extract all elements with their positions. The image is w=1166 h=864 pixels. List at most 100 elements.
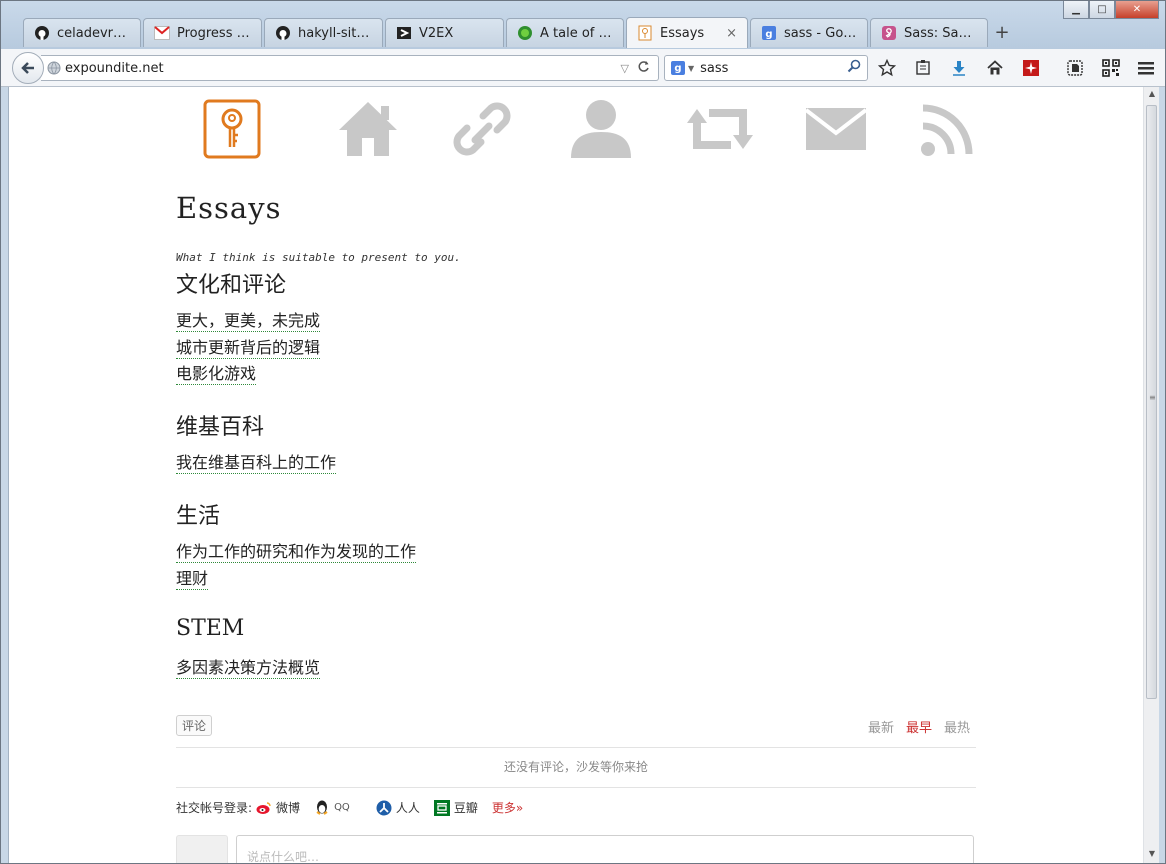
search-input[interactable]: sass (700, 61, 728, 76)
vertical-scrollbar[interactable]: ▲ ≡ ▼ (1143, 87, 1159, 863)
page-subtitle: What I think is suitable to present to y… (176, 251, 461, 264)
tab-github-blog[interactable]: celadevra/B… (23, 18, 141, 47)
social-login-label: 社交帐号登录: (176, 801, 253, 815)
nav-home-icon[interactable] (336, 97, 400, 161)
maximize-button[interactable]: □ (1089, 1, 1115, 19)
social-login: 社交帐号登录: 微博 QQ 人人 豆瓣 更多» (176, 799, 537, 816)
home-icon[interactable] (985, 58, 1005, 78)
reading-list-icon[interactable] (913, 58, 933, 78)
essay-link[interactable]: 多因素决策方法概览 (176, 658, 321, 679)
tab-v2ex[interactable]: V2EX (385, 18, 504, 47)
renren-icon (376, 800, 392, 816)
comment-tab[interactable]: 评论 (176, 715, 213, 736)
tab-label: A tale of tra… (540, 25, 613, 41)
douban-label: 豆瓣 (453, 801, 478, 815)
window-controls: ▁ □ ✕ (1063, 1, 1159, 21)
google-engine-icon[interactable]: g (671, 61, 685, 75)
search-icon[interactable] (847, 59, 861, 77)
search-bar[interactable]: g ▼ sass (664, 55, 868, 81)
tab-sass-docs[interactable]: Sass: Sass … (870, 18, 988, 47)
tab-label: sass - Goo… (784, 25, 857, 41)
nav-link-icon[interactable] (452, 97, 512, 161)
tab-close-icon[interactable]: × (718, 26, 737, 41)
browser-window: ▁ □ ✕ celadevra/B… Progress R… (0, 0, 1166, 864)
v2ex-icon (396, 25, 412, 41)
tab-sass-google[interactable]: g sass - Goo… (750, 18, 868, 47)
scroll-down-arrow-icon[interactable]: ▼ (1146, 849, 1158, 861)
globe-icon (47, 61, 61, 75)
menu-hamburger-icon[interactable] (1137, 59, 1155, 77)
tab-label: V2EX (419, 25, 454, 41)
nav-profile-icon[interactable] (568, 97, 634, 161)
empty-comments-message: 还没有评论，沙发等你来抢 (176, 747, 976, 788)
essay-link[interactable]: 电影化游戏 (176, 364, 257, 385)
back-button[interactable] (12, 52, 44, 84)
bookmark-star-icon[interactable] (877, 58, 897, 78)
sort-oldest[interactable]: 最早 (906, 717, 932, 736)
tab-label: hakyll-site/… (298, 25, 372, 41)
tab-label: Essays (660, 25, 705, 41)
qr-code-icon[interactable] (1101, 58, 1121, 78)
url-actions: ▽ (621, 60, 658, 76)
nav-rss-icon[interactable] (920, 97, 976, 161)
weibo-login[interactable]: 微博 (256, 799, 300, 816)
download-icon[interactable] (949, 58, 969, 78)
toolbar-icons (877, 58, 1121, 78)
qq-label: QQ (334, 802, 350, 813)
github-icon (275, 25, 291, 41)
section-title-stem: STEM (176, 616, 245, 641)
engine-dropdown-icon[interactable]: ▼ (688, 64, 694, 73)
sort-newest[interactable]: 最新 (868, 717, 894, 736)
avatar (176, 835, 228, 863)
close-window-button[interactable]: ✕ (1115, 1, 1159, 19)
tab-essays[interactable]: Essays × (626, 17, 748, 48)
tab-label: celadevra/B… (57, 25, 130, 41)
essay-link[interactable]: 更大，更美，未完成 (176, 311, 321, 332)
renren-label: 人人 (395, 801, 420, 815)
url-text[interactable]: expoundite.net (65, 61, 164, 76)
site-logo-key-icon[interactable] (202, 97, 262, 161)
renren-login[interactable]: 人人 (376, 799, 420, 816)
svg-text:g: g (765, 29, 772, 40)
section-title-life: 生活 (176, 504, 221, 529)
tab-strip: celadevra/B… Progress R… hakyll-site/… V… (23, 17, 1014, 49)
essay-link[interactable]: 理财 (176, 569, 209, 590)
new-tab-button[interactable]: + (990, 18, 1014, 46)
tab-tale-of-tra[interactable]: A tale of tra… (506, 18, 624, 47)
minimize-button[interactable]: ▁ (1063, 1, 1089, 19)
tab-gmail[interactable]: Progress R… (143, 18, 262, 47)
scroll-up-arrow-icon[interactable]: ▲ (1146, 89, 1158, 101)
sass-icon (881, 25, 897, 41)
essay-link[interactable]: 作为工作的研究和作为发现的工作 (176, 542, 417, 563)
douban-login[interactable]: 豆瓣 (433, 799, 478, 816)
weibo-icon (256, 800, 272, 816)
extension-red-icon[interactable] (1021, 58, 1041, 78)
sort-hottest[interactable]: 最热 (944, 717, 970, 736)
more-social-link[interactable]: 更多» (492, 799, 523, 816)
tab-label: Sass: Sass … (904, 25, 977, 41)
reload-icon[interactable] (637, 60, 650, 76)
page-title: Essays (176, 191, 282, 225)
essay-link[interactable]: 城市更新背后的逻辑 (176, 338, 321, 359)
scroll-thumb[interactable]: ≡ (1146, 105, 1157, 699)
thumb-grip-icon: ≡ (1149, 393, 1156, 402)
evernote-icon[interactable] (1065, 58, 1085, 78)
page-viewport: Essays What I think is suitable to prese… (9, 87, 1143, 863)
qq-login[interactable]: QQ (314, 800, 350, 816)
url-bar[interactable]: expoundite.net ▽ (41, 55, 659, 81)
navigation-bar: expoundite.net ▽ g ▼ sass (1, 49, 1165, 87)
title-bar: ▁ □ ✕ celadevra/B… Progress R… (1, 1, 1165, 49)
back-arrow-icon (21, 62, 34, 74)
nav-retweet-icon[interactable] (686, 97, 754, 161)
tab-label: Progress R… (177, 25, 251, 41)
section-title-wikipedia: 维基百科 (176, 415, 265, 440)
comment-header: 评论 最新 最早 最热 (176, 715, 976, 748)
essay-link[interactable]: 我在维基百科上的工作 (176, 453, 337, 474)
comment-sort: 最新 最早 最热 (868, 717, 970, 736)
nav-mail-icon[interactable] (804, 97, 868, 161)
tab-hakyll-site[interactable]: hakyll-site/… (264, 18, 383, 47)
dropdown-arrow-icon[interactable]: ▽ (621, 62, 629, 75)
comment-input[interactable]: 说点什么吧… (236, 835, 974, 863)
gmail-icon (154, 25, 170, 41)
page-icon (637, 25, 653, 41)
